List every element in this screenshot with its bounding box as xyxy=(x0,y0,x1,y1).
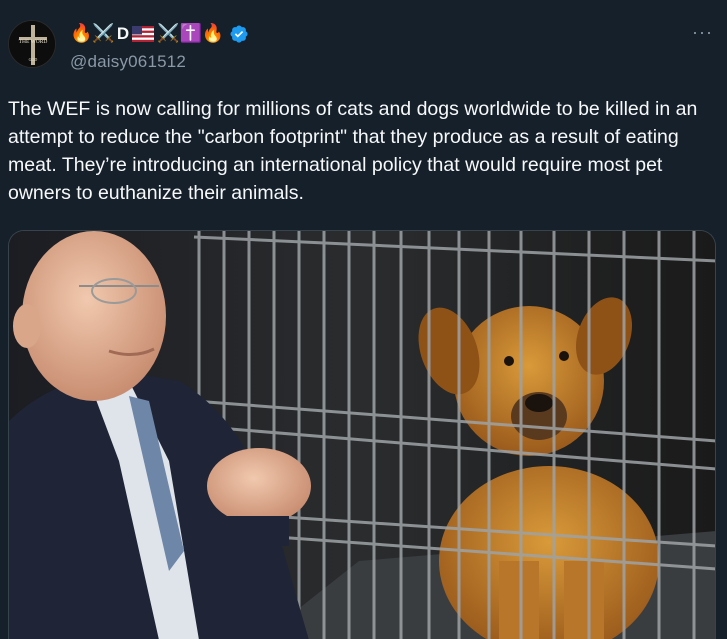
display-name-suffix: ⚔️✝️🔥 xyxy=(157,23,225,44)
man-head xyxy=(22,231,166,401)
more-horizontal-icon[interactable]: ··· xyxy=(692,22,713,43)
tweet-media-image[interactable] xyxy=(8,230,716,639)
tweet-text: The WEF is now calling for millions of c… xyxy=(8,98,698,204)
avatar-cross-image: THE WORD GOD xyxy=(9,21,55,67)
photo-man-and-caged-dog xyxy=(9,231,715,639)
display-name-letter: D xyxy=(116,24,130,43)
avatar-text-top: THE WORD xyxy=(19,39,48,45)
man-hands xyxy=(207,448,311,524)
us-flag-icon xyxy=(132,26,155,42)
author-handle[interactable]: @daisy061512 xyxy=(70,52,687,72)
display-name-prefix: 🔥⚔️ xyxy=(70,23,115,44)
verified-badge-icon xyxy=(230,25,248,43)
tweet-header: 🔥⚔️ D ⚔️✝️🔥 @daisy061512 xyxy=(70,22,687,72)
display-name[interactable]: 🔥⚔️ D ⚔️✝️🔥 xyxy=(70,22,687,46)
avatar-text-bottom: GOD xyxy=(29,57,38,62)
author-avatar[interactable]: THE WORD GOD xyxy=(8,20,56,68)
